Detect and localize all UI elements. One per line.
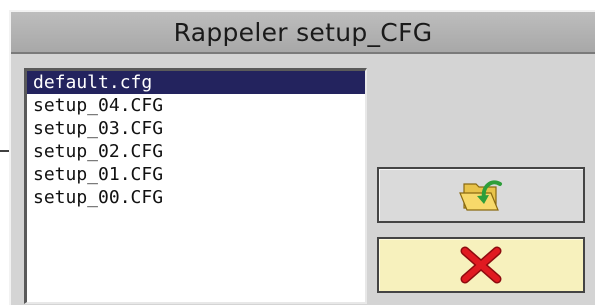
list-item[interactable]: setup_01.CFG	[27, 163, 365, 186]
setup-file-list[interactable]: default.cfg setup_04.CFG setup_03.CFG se…	[24, 68, 367, 304]
recall-setup-dialog: Rappeler setup_CFG default.cfg setup_04.…	[9, 10, 595, 305]
load-button[interactable]	[377, 167, 585, 223]
list-item[interactable]: setup_04.CFG	[27, 94, 365, 117]
title-bar: Rappeler setup_CFG	[11, 12, 595, 54]
list-item[interactable]: setup_02.CFG	[27, 140, 365, 163]
red-x-icon	[460, 246, 502, 284]
cancel-button[interactable]	[377, 237, 585, 293]
list-item[interactable]: setup_03.CFG	[27, 117, 365, 140]
folder-open-icon	[459, 180, 502, 211]
list-item[interactable]: setup_00.CFG	[27, 186, 365, 209]
dialog-title: Rappeler setup_CFG	[173, 17, 433, 47]
list-item-selected[interactable]: default.cfg	[27, 71, 365, 94]
